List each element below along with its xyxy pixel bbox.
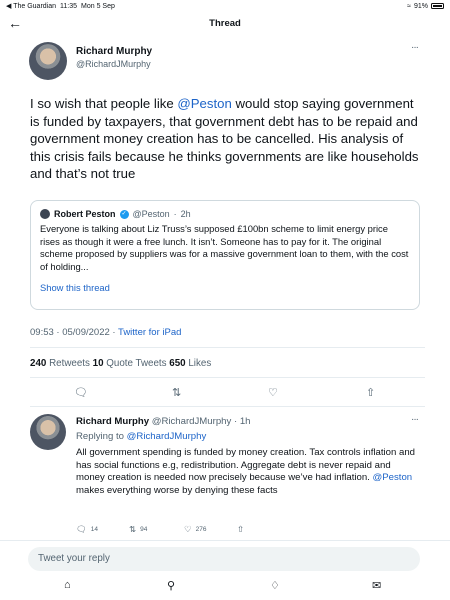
quote-avatar <box>40 209 50 219</box>
quote-time: 2h <box>180 209 191 219</box>
back-arrow-icon[interactable]: ← <box>8 15 22 31</box>
reply-header: Richard Murphy @RichardJMurphy · 1h <box>76 416 251 427</box>
quoted-tweet[interactable]: Robert Peston ✓ @Peston · 2h Everyone is… <box>30 200 420 310</box>
battery-percent: 91% <box>413 2 428 10</box>
divider <box>30 377 425 378</box>
reply-icon[interactable]: 🗨 <box>76 524 87 535</box>
author-name[interactable]: Richard Murphy <box>76 46 152 57</box>
replying-to-link[interactable]: @RichardJMurphy <box>127 431 207 442</box>
reply-icon[interactable]: 🗨 <box>74 386 88 399</box>
quote-author-name: Robert Peston <box>54 209 116 219</box>
source-link[interactable]: Twitter for iPad <box>118 327 181 338</box>
reply-count: 14 <box>90 526 99 533</box>
author-handle[interactable]: @RichardJMurphy <box>76 59 151 69</box>
tweet-text-part: I so wish that people like <box>30 96 178 111</box>
reply-action[interactable]: 🗨 14 <box>76 524 98 535</box>
status-time: 11:35 <box>60 2 78 10</box>
quote-header: Robert Peston ✓ @Peston · 2h <box>40 209 410 219</box>
messages-icon[interactable]: ✉ <box>372 579 381 592</box>
quote-separator: · <box>173 209 177 219</box>
tweet-timestamp: 09:53 · 05/09/2022 · <box>30 327 119 338</box>
like-icon[interactable]: ♡ <box>184 524 192 535</box>
engagement-counts: 240 Retweets 10 Quote Tweets 650 Likes <box>30 358 211 369</box>
quote-text: Everyone is talking about Liz Truss’s su… <box>40 223 409 272</box>
likes-label: Likes <box>185 358 212 369</box>
more-options-icon[interactable]: ··· <box>411 414 419 425</box>
reply-author-name[interactable]: Richard Murphy <box>76 416 149 427</box>
reply-text-part: All government spending is funded by mon… <box>76 447 416 484</box>
tweet-actions: 🗨 ⇅ ♡ ⇧ <box>0 386 450 402</box>
retweet-action[interactable]: ⇅ 94 <box>129 524 147 535</box>
divider <box>30 406 425 407</box>
like-action[interactable]: ♡ 276 <box>184 524 206 535</box>
reply-text-part: makes everything worse by denying these … <box>76 484 278 496</box>
like-count: 276 <box>195 526 207 533</box>
replying-to: Replying to @RichardJMurphy <box>76 431 206 442</box>
share-icon[interactable]: ⇧ <box>237 524 244 535</box>
quote-tweets-label: Quote Tweets <box>103 358 170 369</box>
like-count[interactable]: 650 <box>169 358 185 369</box>
back-to-app[interactable]: ◀ The Guardian <box>6 2 56 10</box>
show-thread-link[interactable]: Show this thread <box>40 282 410 293</box>
tweet-text: I so wish that people like @Peston would… <box>30 95 425 183</box>
reply-author-handle[interactable]: @RichardJMurphy <box>152 416 232 427</box>
search-icon[interactable]: ⚲ <box>167 579 175 592</box>
replying-to-label: Replying to <box>76 431 127 442</box>
mention-link[interactable]: @Peston <box>373 472 413 483</box>
more-options-icon[interactable]: ··· <box>411 42 419 53</box>
home-icon[interactable]: ⌂ <box>64 579 71 591</box>
quote-tweet-count[interactable]: 10 <box>93 358 104 369</box>
mention-link[interactable]: @Peston <box>177 96 231 111</box>
quote-author-handle: @Peston <box>132 209 170 219</box>
reply-time: · 1h <box>231 416 251 427</box>
verified-badge-icon: ✓ <box>119 209 129 219</box>
status-date: Mon 5 Sep <box>81 2 115 10</box>
share-icon[interactable]: ⇧ <box>366 386 375 399</box>
retweets-label: Retweets <box>46 358 93 369</box>
retweet-icon[interactable]: ⇅ <box>129 524 136 535</box>
tweet-meta: 09:53 · 05/09/2022 · Twitter for iPad <box>30 327 181 338</box>
status-right: ≈ 91% <box>407 3 444 10</box>
share-action[interactable]: ⇧ <box>237 524 244 535</box>
wifi-icon: ≈ <box>407 2 411 10</box>
avatar[interactable] <box>29 42 67 80</box>
top-bar: ← Thread <box>0 12 450 34</box>
retweet-icon[interactable]: ⇅ <box>172 386 181 399</box>
divider <box>30 347 425 348</box>
retweet-count[interactable]: 240 <box>30 358 46 369</box>
reply-text: All government spending is funded by mon… <box>76 447 421 497</box>
avatar[interactable] <box>30 414 66 450</box>
reply-actions: 🗨 14 ⇅ 94 ♡ 276 ⇧ <box>76 524 276 536</box>
like-icon[interactable]: ♡ <box>268 386 278 399</box>
page-title: Thread <box>209 17 241 29</box>
battery-icon <box>431 3 444 9</box>
reply-input[interactable]: Tweet your reply <box>28 547 420 571</box>
divider <box>0 540 450 541</box>
bottom-tab-bar: ⌂ ⚲ ♢ ✉ <box>0 576 450 600</box>
retweet-count: 94 <box>140 526 148 533</box>
notifications-icon[interactable]: ♢ <box>270 579 280 592</box>
status-bar: ◀ The Guardian 11:35 Mon 5 Sep ≈ 91% <box>0 0 450 12</box>
